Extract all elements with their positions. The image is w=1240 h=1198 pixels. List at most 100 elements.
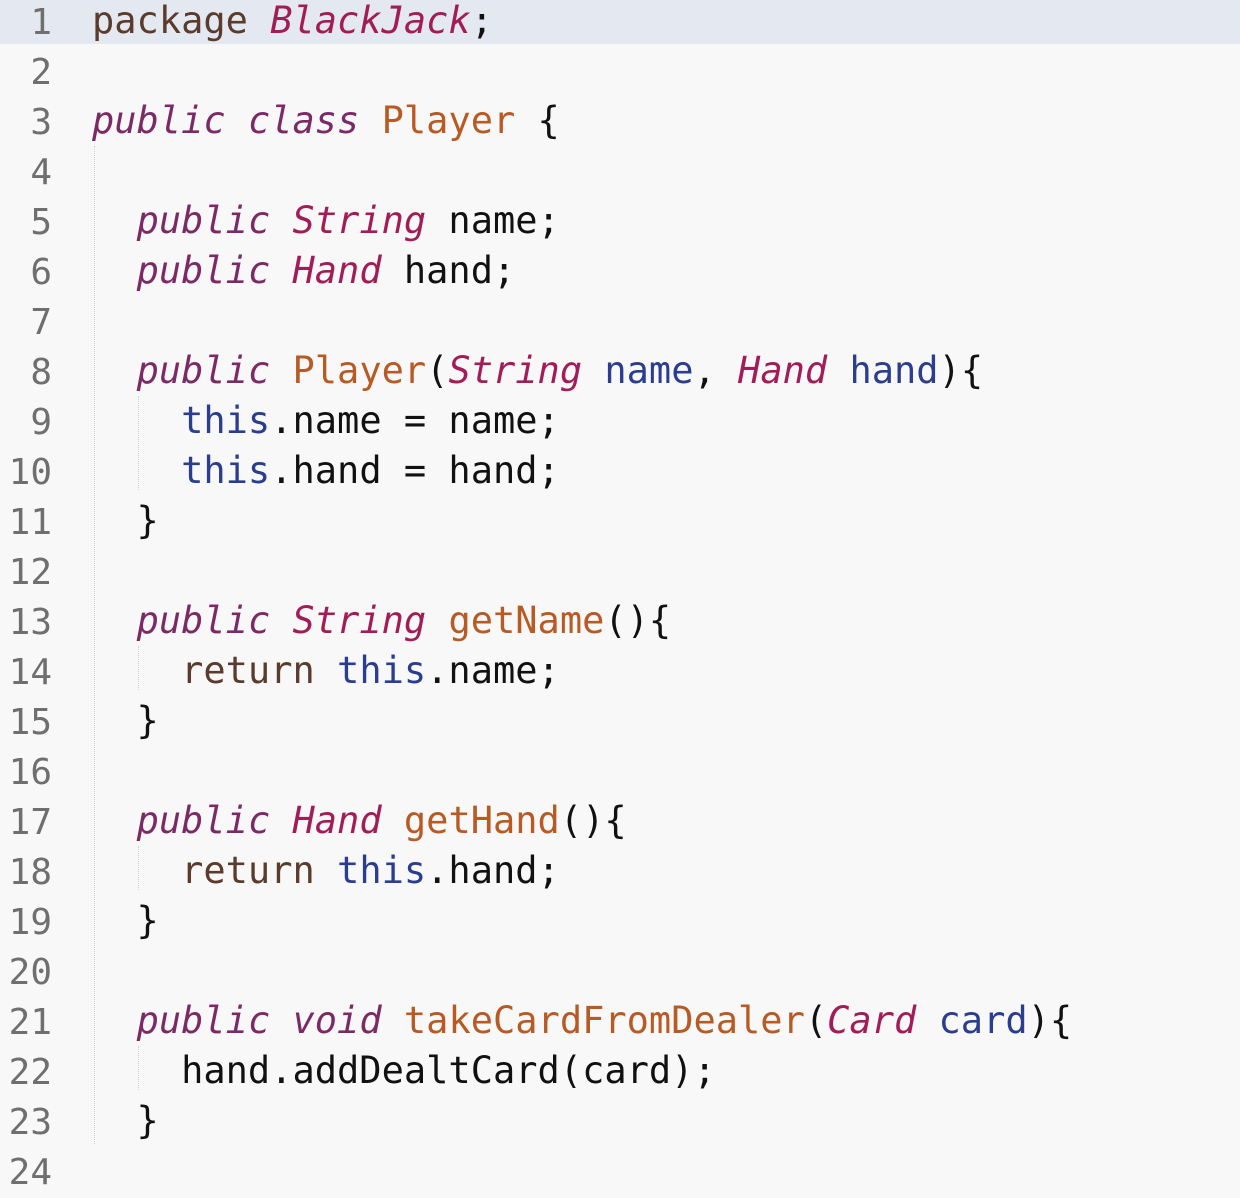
code-token: Player: [381, 99, 516, 142]
code-token: Hand: [292, 799, 382, 842]
code-line[interactable]: 7: [0, 298, 1240, 348]
code-line[interactable]: 10 this.hand = hand;: [0, 448, 1240, 498]
line-number: 5: [30, 202, 52, 243]
code-line[interactable]: 18 return this.hand;: [0, 848, 1240, 898]
code-token: takeCardFromDealer: [403, 999, 805, 1042]
code-line[interactable]: 24: [0, 1148, 1240, 1198]
line-code: return this.name;: [92, 648, 560, 694]
code-line[interactable]: 23 }: [0, 1098, 1240, 1148]
code-token: name: [604, 349, 694, 392]
code-line[interactable]: 20: [0, 948, 1240, 998]
code-line[interactable]: 14 return this.name;: [0, 648, 1240, 698]
code-token: public: [136, 249, 271, 292]
code-token: hand;: [381, 249, 516, 292]
code-line[interactable]: 16: [0, 748, 1240, 798]
indent-guide-constructor: [138, 396, 139, 490]
code-token: card: [938, 999, 1028, 1042]
line-number: 13: [8, 602, 52, 643]
code-line[interactable]: 21 public void takeCardFromDealer(Card c…: [0, 998, 1240, 1048]
code-line[interactable]: 6 public Hand hand;: [0, 248, 1240, 298]
line-number: 15: [8, 702, 52, 743]
line-number: 12: [8, 552, 52, 593]
code-line[interactable]: 17 public Hand getHand(){: [0, 798, 1240, 848]
line-number: 16: [8, 752, 52, 793]
code-line[interactable]: 9 this.name = name;: [0, 398, 1240, 448]
line-code: public Player(String name, Hand hand){: [92, 348, 984, 394]
line-number: 3: [30, 102, 52, 143]
code-line[interactable]: 19 }: [0, 898, 1240, 948]
line-number: 21: [8, 1002, 52, 1043]
line-number: 2: [30, 52, 52, 93]
code-token: String: [448, 349, 583, 392]
code-line[interactable]: 12: [0, 548, 1240, 598]
code-line[interactable]: 2: [0, 48, 1240, 98]
code-token: }: [92, 899, 159, 942]
code-line[interactable]: 3 public class Player {: [0, 98, 1240, 148]
code-line[interactable]: 4: [0, 148, 1240, 198]
line-code: public void takeCardFromDealer(Card card…: [92, 998, 1073, 1044]
code-line[interactable]: 11 }: [0, 498, 1240, 548]
line-number: 7: [30, 302, 52, 343]
code-token: hand: [849, 349, 939, 392]
code-editor[interactable]: 1 package BlackJack; 2 3 public class Player…: [0, 0, 1240, 1198]
line-number: 6: [30, 252, 52, 293]
code-token: public: [136, 999, 271, 1042]
code-token: void: [292, 999, 382, 1042]
code-line[interactable]: 1 package BlackJack;: [0, 0, 1240, 44]
code-token: Card: [827, 999, 917, 1042]
line-code: public String name;: [92, 198, 560, 244]
line-number: 23: [8, 1102, 52, 1143]
code-token: return: [181, 649, 315, 692]
code-token: public: [92, 99, 226, 142]
code-token: .name;: [426, 649, 560, 692]
code-line[interactable]: 13 public String getName(){: [0, 598, 1240, 648]
line-code: this.name = name;: [92, 398, 560, 444]
code-token: ){: [1027, 999, 1073, 1042]
code-line[interactable]: 5 public String name;: [0, 198, 1240, 248]
line-number: 10: [8, 452, 52, 493]
code-line[interactable]: 22 hand.addDealtCard(card);: [0, 1048, 1240, 1098]
code-token: ;: [470, 0, 493, 42]
code-token: String: [292, 599, 427, 642]
code-token: getHand: [403, 799, 560, 842]
indent-guide-takecard: [138, 1046, 139, 1090]
indent-guide-getname: [138, 646, 139, 690]
code-line[interactable]: 8 public Player(String name, Hand hand){: [0, 348, 1240, 398]
code-token: ,: [693, 349, 739, 392]
code-token: BlackJack: [270, 0, 471, 42]
code-token: this: [337, 649, 427, 692]
code-line[interactable]: 15 }: [0, 698, 1240, 748]
line-number: 1: [30, 2, 52, 43]
line-number: 11: [8, 502, 52, 543]
line-number: 9: [30, 402, 52, 443]
indent-guide-class: [94, 146, 95, 1144]
line-number: 17: [8, 802, 52, 843]
line-code: }: [92, 698, 159, 744]
code-token: hand.addDealtCard(card);: [92, 1049, 716, 1092]
line-code: public class Player {: [92, 98, 560, 144]
code-token: (){: [604, 599, 672, 642]
code-token: public: [136, 599, 271, 642]
code-token: Hand: [292, 249, 382, 292]
line-number: 24: [8, 1152, 52, 1193]
code-token: }: [92, 1099, 159, 1142]
